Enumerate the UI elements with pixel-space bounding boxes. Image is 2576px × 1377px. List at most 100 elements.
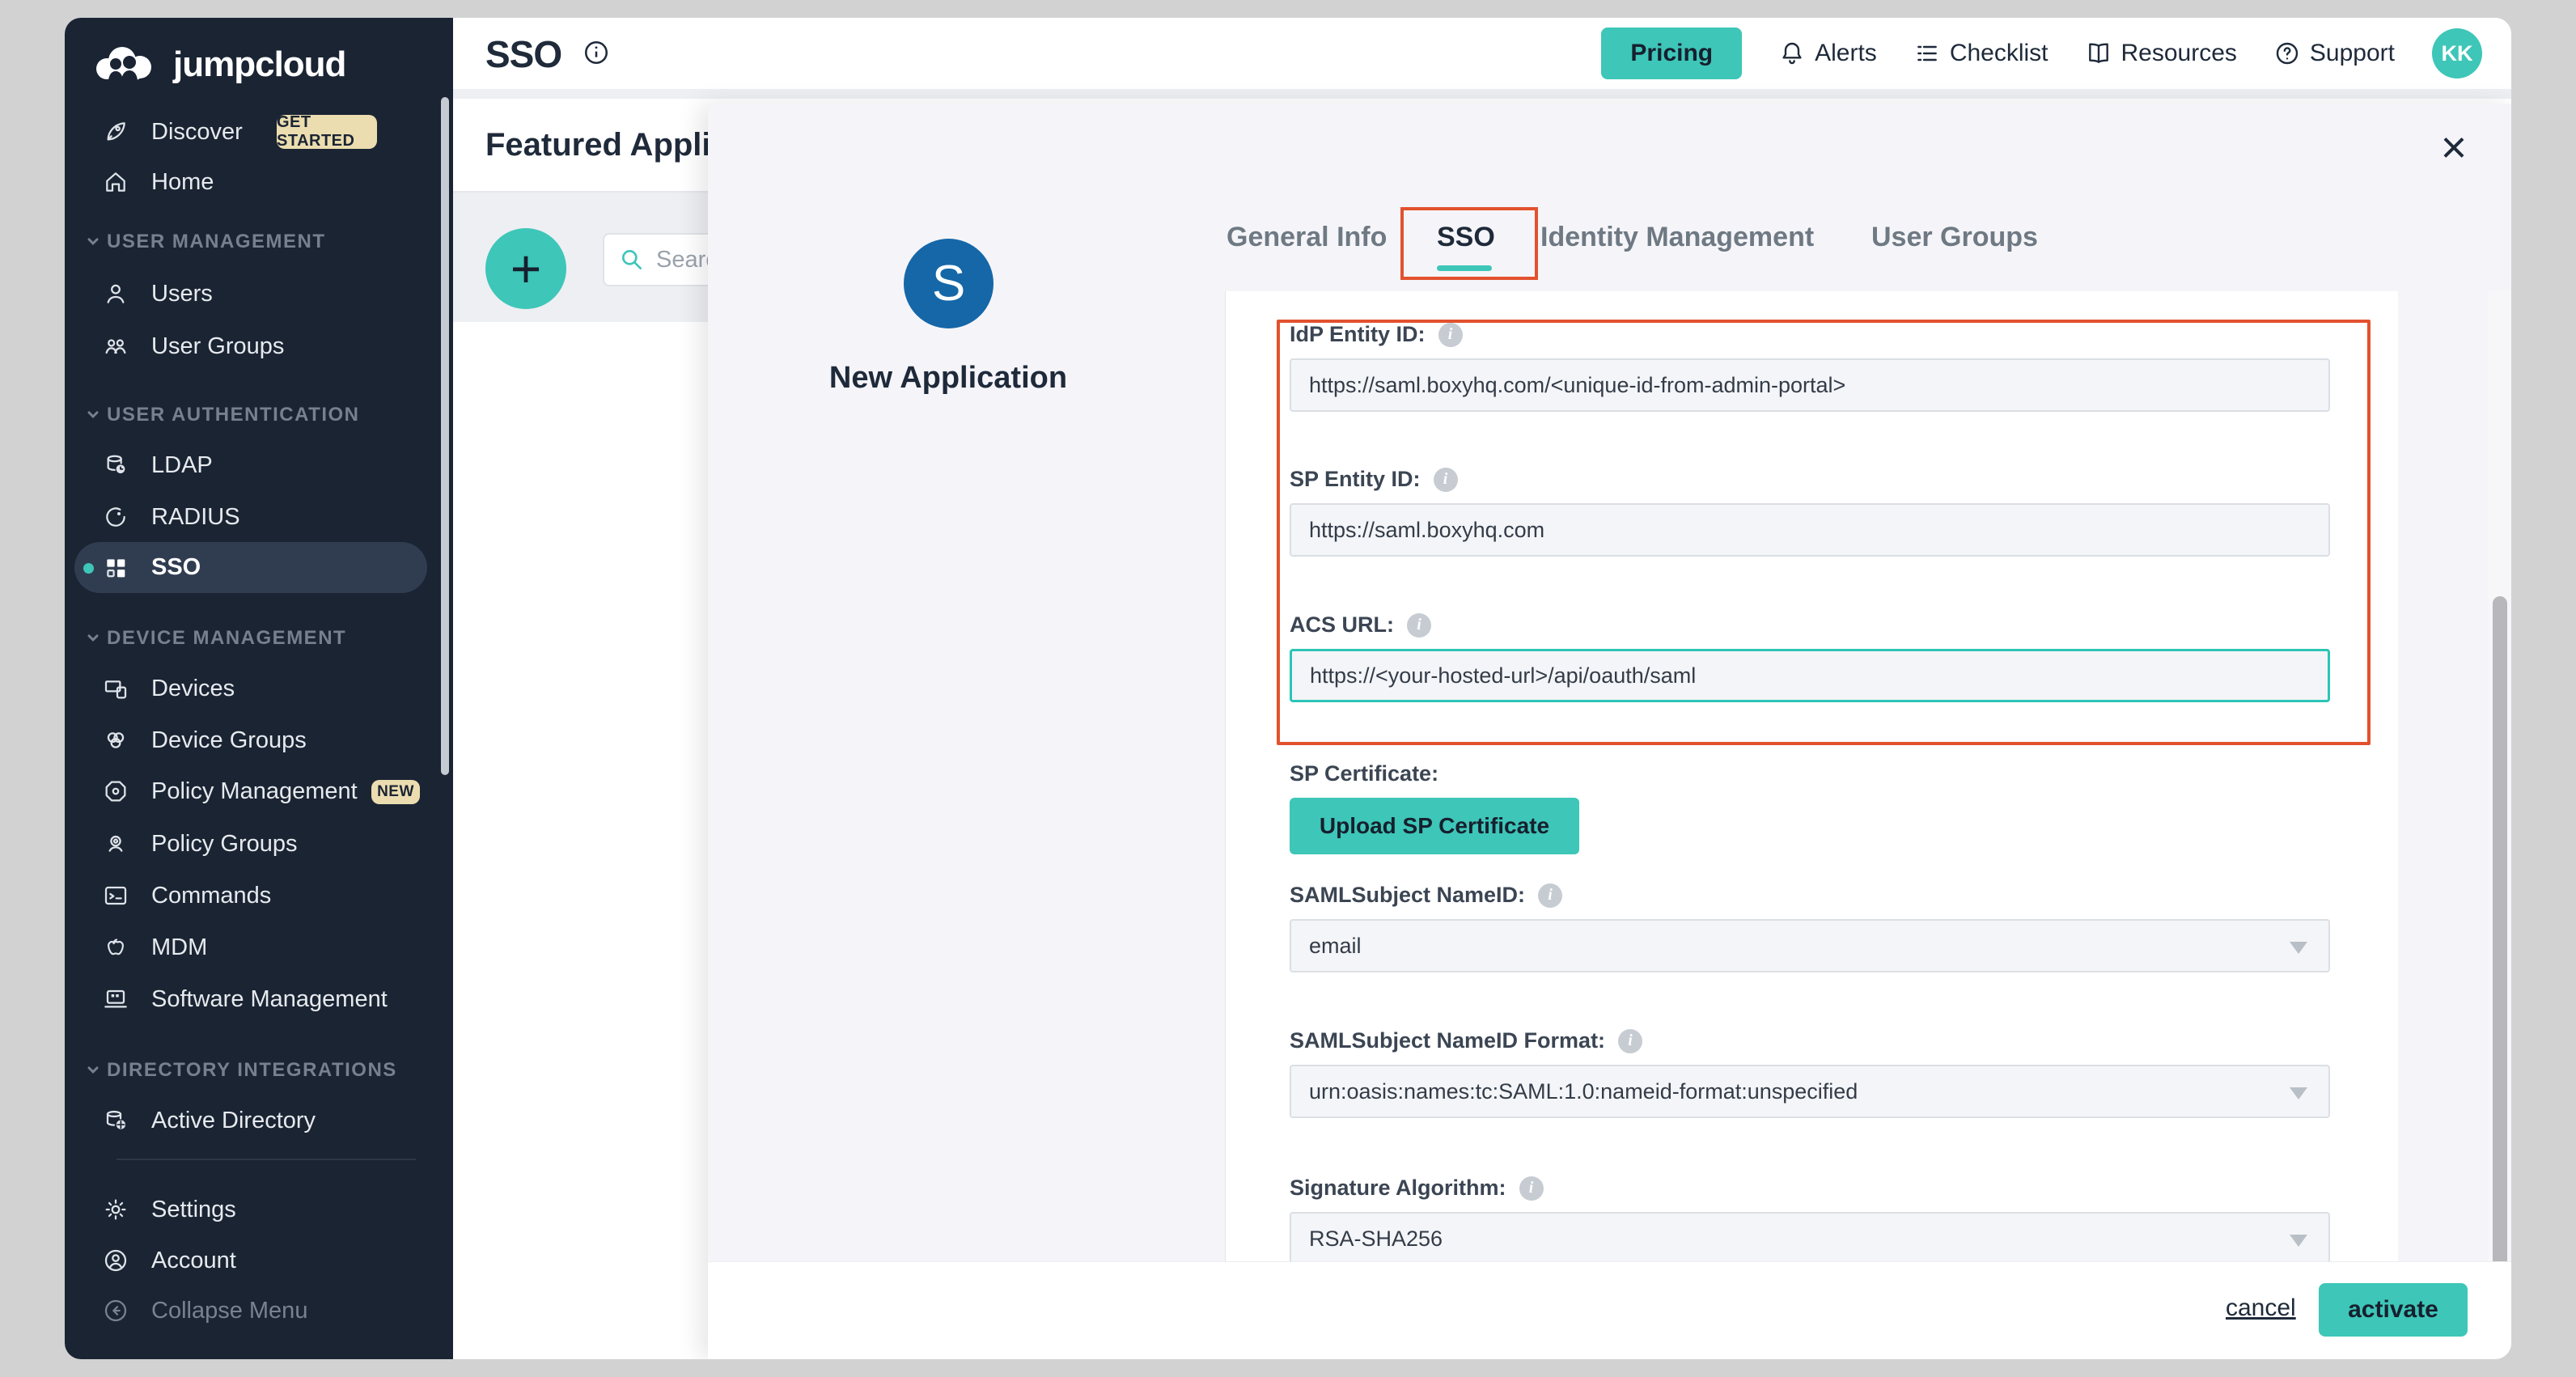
sidebar-item-label: Discover (151, 119, 243, 146)
cancel-button[interactable]: cancel (2226, 1294, 2296, 1322)
sidebar-item-label: Home (151, 169, 214, 196)
saml-subject-nameid-format-group: SAMLSubject NameID Format: i urn:oasis:n… (1290, 1028, 2330, 1118)
user-icon (103, 281, 129, 307)
sidebar-item-radius[interactable]: RADIUS (65, 491, 453, 543)
signature-algorithm-select[interactable]: RSA-SHA256 (1290, 1212, 2330, 1265)
idp-entity-id-input[interactable] (1290, 358, 2330, 412)
dropdown-caret-icon (2290, 1235, 2307, 1247)
apple-icon (103, 934, 129, 960)
sidebar-item-software-management[interactable]: Software Management (65, 973, 453, 1025)
sidebar-item-discover[interactable]: Discover (65, 106, 453, 158)
sidebar-item-label: SSO (151, 554, 201, 581)
cloud-icon (89, 42, 167, 87)
sidebar-item-label: Policy Management (151, 778, 358, 805)
sidebar-item-label: Active Directory (151, 1108, 316, 1134)
resources-button[interactable]: Resources (2086, 40, 2237, 67)
saml-subject-nameid-format-label: SAMLSubject NameID Format: (1290, 1028, 1605, 1053)
sidebar-item-label: Devices (151, 676, 235, 702)
sidebar-item-account[interactable]: Account (65, 1235, 453, 1286)
sidebar-item-policy-groups[interactable]: Policy Groups (65, 818, 453, 870)
saml-subject-nameid-group: SAMLSubject NameID: i email (1290, 883, 2330, 972)
info-icon[interactable] (583, 39, 610, 70)
terminal-icon (103, 883, 129, 909)
page-title: SSO (485, 32, 561, 76)
add-application-button[interactable]: + (485, 228, 566, 309)
sidebar-item-active-directory[interactable]: Active Directory (65, 1095, 453, 1146)
info-icon[interactable]: i (1519, 1176, 1544, 1201)
sidebar-item-ldap[interactable]: LDAP (65, 439, 453, 491)
signature-algorithm-label: Signature Algorithm: (1290, 1176, 1506, 1201)
signature-algorithm-group: Signature Algorithm: i RSA-SHA256 (1290, 1176, 2330, 1265)
upload-sp-certificate-button[interactable]: Upload SP Certificate (1290, 798, 1579, 854)
close-icon[interactable]: × (2430, 123, 2478, 172)
sidebar-section-device-management[interactable]: DEVICE MANAGEMENT (87, 626, 346, 650)
saml-subject-nameid-value: email (1309, 934, 1362, 959)
saml-subject-nameid-label: SAMLSubject NameID: (1290, 883, 1525, 908)
modal-scrollbar-thumb[interactable] (2493, 596, 2507, 1359)
info-icon[interactable]: i (1538, 883, 1562, 908)
sp-entity-id-input[interactable] (1290, 503, 2330, 557)
sidebar-item-sso[interactable]: SSO (74, 542, 427, 593)
info-icon[interactable]: i (1434, 468, 1458, 492)
sidebar-item-home[interactable]: Home (65, 156, 453, 208)
sidebar-item-commands[interactable]: Commands (65, 870, 453, 922)
sidebar-item-device-groups[interactable]: Device Groups (65, 714, 453, 766)
question-circle-icon (2274, 40, 2300, 66)
application-avatar: S (904, 239, 994, 328)
jumpcloud-logo[interactable]: jumpcloud (89, 42, 345, 87)
info-icon[interactable]: i (1407, 613, 1431, 638)
account-circle-icon (103, 1248, 129, 1273)
top-nav: Pricing Alerts Checklist Resources Suppo… (1601, 26, 2482, 81)
sidebar-item-collapse-menu[interactable]: Collapse Menu (65, 1285, 453, 1337)
checklist-button[interactable]: Checklist (1914, 40, 2049, 67)
sidebar-item-mdm[interactable]: MDM (65, 922, 453, 973)
pricing-button[interactable]: Pricing (1601, 28, 1742, 79)
chevron-down-icon (87, 238, 99, 246)
acs-url-group: ACS URL: i (1290, 612, 2330, 702)
sidebar-item-label: Account (151, 1248, 236, 1274)
chevron-down-icon (87, 1066, 99, 1074)
grid-icon (103, 555, 129, 581)
modal-scrollbar-track[interactable] (2488, 291, 2511, 1261)
ldap-database-icon (103, 452, 129, 478)
sidebar-item-label: RADIUS (151, 504, 240, 531)
sidebar-section-directory-integrations[interactable]: DIRECTORY INTEGRATIONS (87, 1058, 397, 1083)
tab-general-info[interactable]: General Info (1227, 222, 1387, 253)
dropdown-caret-icon (2290, 942, 2307, 954)
active-directory-icon (103, 1108, 129, 1133)
alerts-label: Alerts (1815, 40, 1877, 67)
devices-icon (103, 676, 129, 701)
saml-subject-nameid-select[interactable]: email (1290, 919, 2330, 972)
sidebar-section-user-authentication[interactable]: USER AUTHENTICATION (87, 403, 360, 427)
resources-label: Resources (2121, 40, 2237, 67)
info-icon[interactable]: i (1438, 323, 1463, 347)
page-title-wrap: SSO (485, 32, 610, 76)
saml-subject-nameid-format-select[interactable]: urn:oasis:names:tc:SAML:1.0:nameid-forma… (1290, 1065, 2330, 1118)
alerts-button[interactable]: Alerts (1779, 40, 1877, 67)
sidebar-scrollbar-thumb[interactable] (441, 97, 449, 775)
main-area: SSO Pricing Alerts Checklist Resources (453, 18, 2511, 1359)
sidebar-item-devices[interactable]: Devices (65, 663, 453, 714)
gear-icon (103, 1197, 129, 1222)
arrow-left-circle-icon (103, 1298, 129, 1324)
acs-url-label: ACS URL: (1290, 612, 1394, 638)
sidebar-section-user-management[interactable]: USER MANAGEMENT (87, 230, 326, 254)
octagon-target-icon (103, 778, 129, 804)
tab-identity-management[interactable]: Identity Management (1540, 222, 1814, 253)
sidebar-item-settings[interactable]: Settings (65, 1184, 453, 1235)
info-icon[interactable]: i (1618, 1029, 1642, 1053)
user-avatar[interactable]: KK (2432, 28, 2482, 78)
sidebar-item-user-groups[interactable]: User Groups (65, 320, 453, 372)
top-bar: SSO Pricing Alerts Checklist Resources (453, 18, 2511, 89)
get-started-badge: GET STARTED (277, 115, 377, 149)
tab-user-groups[interactable]: User Groups (1871, 222, 2038, 253)
acs-url-input[interactable] (1290, 649, 2330, 702)
modal-footer: cancel activate (708, 1261, 2511, 1359)
sidebar-item-users[interactable]: Users (65, 268, 453, 320)
activate-button[interactable]: activate (2319, 1283, 2468, 1337)
sidebar-item-label: Users (151, 281, 213, 307)
support-button[interactable]: Support (2274, 40, 2395, 67)
gauge-icon (103, 504, 129, 530)
sp-certificate-label: SP Certificate: (1290, 761, 1438, 786)
bell-icon (1779, 40, 1805, 66)
